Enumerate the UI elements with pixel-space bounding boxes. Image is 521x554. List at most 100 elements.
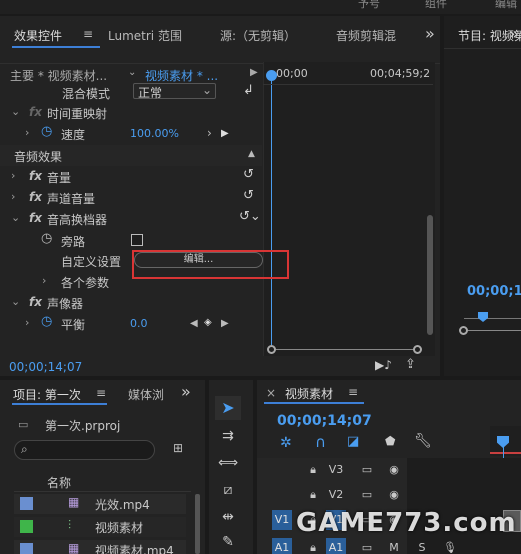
mute-button[interactable]: M xyxy=(384,538,404,554)
column-name[interactable]: 名称 xyxy=(47,474,71,491)
project-item-3[interactable]: ▦ 视频素材.mp4 xyxy=(14,540,186,554)
clip-arrow-icon[interactable]: ▶ xyxy=(250,67,258,78)
program-scroll-handle[interactable] xyxy=(459,326,468,335)
reset-icon[interactable]: ↺ xyxy=(243,167,254,182)
time-remap-row[interactable]: ⌄ fx 时间重映射 xyxy=(0,102,262,123)
scroll-start-handle[interactable] xyxy=(267,345,276,354)
prev-keyframe-icon[interactable]: ◀ xyxy=(190,318,198,329)
solo-button[interactable]: S xyxy=(412,538,432,554)
top-tab-2[interactable]: 组件 xyxy=(425,0,447,11)
lock-icon[interactable]: 🔒︎ xyxy=(303,485,323,505)
balance-value[interactable]: 0.0 xyxy=(130,317,148,330)
lock-icon[interactable]: 🔒︎ xyxy=(303,460,323,480)
track-label[interactable]: V3 xyxy=(326,460,346,480)
panner-row[interactable]: ⌄ fx 声像器 xyxy=(0,292,262,313)
mic-icon[interactable]: 🎙︎ xyxy=(440,538,460,554)
wrench-icon[interactable]: 🔧︎ xyxy=(414,433,432,449)
volume-row[interactable]: › fx 音量 ↺ xyxy=(0,166,262,187)
audio-play-icon[interactable]: ▶♪ xyxy=(375,358,392,372)
expand-chevron-icon[interactable]: › xyxy=(42,274,46,287)
track-label[interactable]: V2 xyxy=(326,485,346,505)
stopwatch-icon[interactable]: ◷ xyxy=(41,314,52,329)
sync-lock-icon[interactable]: ▭ xyxy=(357,460,377,480)
timeline-menu-icon[interactable]: ≡ xyxy=(348,385,358,399)
blend-mode-dropdown[interactable]: 正常 ⌄ xyxy=(133,83,216,100)
top-tab-1[interactable]: 予号 xyxy=(358,0,380,11)
tab-project[interactable]: 项目: 第一次 xyxy=(13,386,81,403)
mini-timeline[interactable] xyxy=(263,62,435,362)
tab-media-browser[interactable]: 媒体浏 xyxy=(128,386,172,403)
expand-chevron-icon[interactable]: › xyxy=(11,190,15,203)
program-scrub-bar[interactable] xyxy=(464,318,521,319)
clip-dropdown-icon[interactable]: ⌄ xyxy=(128,67,136,78)
effects-footer-time[interactable]: 00;00;14;07 xyxy=(9,360,82,374)
program-overflow-icon[interactable]: » xyxy=(509,24,521,43)
export-icon[interactable]: ⇪ xyxy=(405,357,416,372)
label-color-swatch[interactable] xyxy=(20,497,33,510)
playhead-line[interactable] xyxy=(271,72,272,350)
project-menu-icon[interactable]: ≡ xyxy=(96,386,106,400)
slip-icon[interactable]: ⇹ xyxy=(215,505,241,529)
sync-lock-icon[interactable]: ▭ xyxy=(357,485,377,505)
source-patch-v1[interactable]: V1 xyxy=(272,510,292,530)
tab-audio-clip-mixer[interactable]: 音频剪辑混 xyxy=(336,27,396,44)
source-patch-a1[interactable]: A1 xyxy=(272,538,292,554)
project-search-input[interactable]: ⌕ xyxy=(14,440,155,460)
scroll-end-handle[interactable] xyxy=(413,345,422,354)
play-keyframe-icon[interactable]: ▶ xyxy=(221,128,229,139)
timeline-close-icon[interactable]: × xyxy=(266,386,276,400)
label-color-swatch[interactable] xyxy=(20,543,33,554)
tab-source[interactable]: 源:（无剪辑） xyxy=(220,27,296,44)
channel-volume-row[interactable]: › fx 声道音量 ↺ xyxy=(0,187,262,208)
params-row[interactable]: › 各个参数 xyxy=(0,271,262,292)
eye-icon[interactable]: ◉ xyxy=(384,485,404,505)
add-keyframe-icon[interactable]: ◈ xyxy=(204,317,212,328)
prev-keyframe-icon[interactable]: › xyxy=(207,126,212,140)
pitch-shifter-row[interactable]: ⌄ fx 音高换档器 ↺⌄ xyxy=(0,208,262,229)
new-bin-icon[interactable]: ⊞ xyxy=(173,441,183,455)
lock-icon[interactable]: 🔒︎ xyxy=(303,538,323,554)
label-color-swatch[interactable] xyxy=(20,520,33,533)
expand-chevron-icon[interactable]: ⌄ xyxy=(11,295,20,308)
track-label[interactable]: A1 xyxy=(326,538,346,554)
stopwatch-icon[interactable]: ◷ xyxy=(41,124,52,139)
program-time[interactable]: 00;00;14 xyxy=(467,284,521,299)
expand-chevron-icon[interactable]: ⌄ xyxy=(11,211,20,224)
selection-tool-icon[interactable]: ➤ xyxy=(215,396,241,420)
track-select-icon[interactable]: ⇉ xyxy=(215,424,241,448)
timeline-tab[interactable]: 视频素材 xyxy=(285,385,333,402)
ripple-edit-icon[interactable]: ⟺ xyxy=(215,451,241,475)
project-item-2[interactable]: ⫶ 视频素材 xyxy=(14,517,186,537)
bypass-checkbox[interactable] xyxy=(131,234,143,246)
magnet-icon[interactable]: ∩ xyxy=(315,433,326,451)
speed-value[interactable]: 100.00% xyxy=(130,127,179,140)
pen-icon[interactable]: ✎ xyxy=(215,530,241,554)
linked-selection-icon[interactable]: ◪ xyxy=(347,434,359,449)
marker-icon[interactable]: ⬟ xyxy=(385,434,395,448)
project-item-1[interactable]: ▦ 光效.mp4 xyxy=(14,494,186,514)
reset-icon[interactable]: ↺ xyxy=(243,188,254,203)
razor-icon[interactable]: ⧄ xyxy=(215,478,241,502)
playhead-handle[interactable] xyxy=(266,70,277,81)
expand-chevron-icon[interactable]: › xyxy=(25,316,29,329)
overflow-chevron-icon[interactable]: » xyxy=(425,24,435,43)
timeline-timecode[interactable]: 00;00;14;07 xyxy=(277,413,372,429)
project-overflow-icon[interactable]: » xyxy=(181,382,191,401)
reset-icon[interactable]: ↺⌄ xyxy=(239,209,261,224)
tab-effect-controls-menu-icon[interactable]: ≡ xyxy=(83,27,93,41)
project-scrollbar[interactable] xyxy=(195,494,200,554)
tab-effect-controls[interactable]: 效果控件 xyxy=(14,27,62,44)
collapse-up-icon[interactable]: ▲ xyxy=(248,149,255,159)
mini-timeline-scrollbar[interactable] xyxy=(276,349,414,350)
tab-lumetri-scopes[interactable]: Lumetri 范围 xyxy=(108,27,182,44)
expand-chevron-icon[interactable]: ⌄ xyxy=(11,105,20,118)
top-tab-3[interactable]: 编辑 xyxy=(495,0,517,11)
blend-mode-keyframe-icon[interactable]: ↲ xyxy=(243,83,254,98)
snap-icon[interactable]: ✲ xyxy=(280,435,292,451)
sync-lock-icon[interactable]: ▭ xyxy=(357,538,377,554)
stopwatch-icon[interactable]: ◷ xyxy=(41,231,52,246)
expand-chevron-icon[interactable]: › xyxy=(25,126,29,139)
expand-chevron-icon[interactable]: › xyxy=(11,169,15,182)
eye-icon[interactable]: ◉ xyxy=(384,460,404,480)
vertical-scrollbar[interactable] xyxy=(427,215,433,335)
